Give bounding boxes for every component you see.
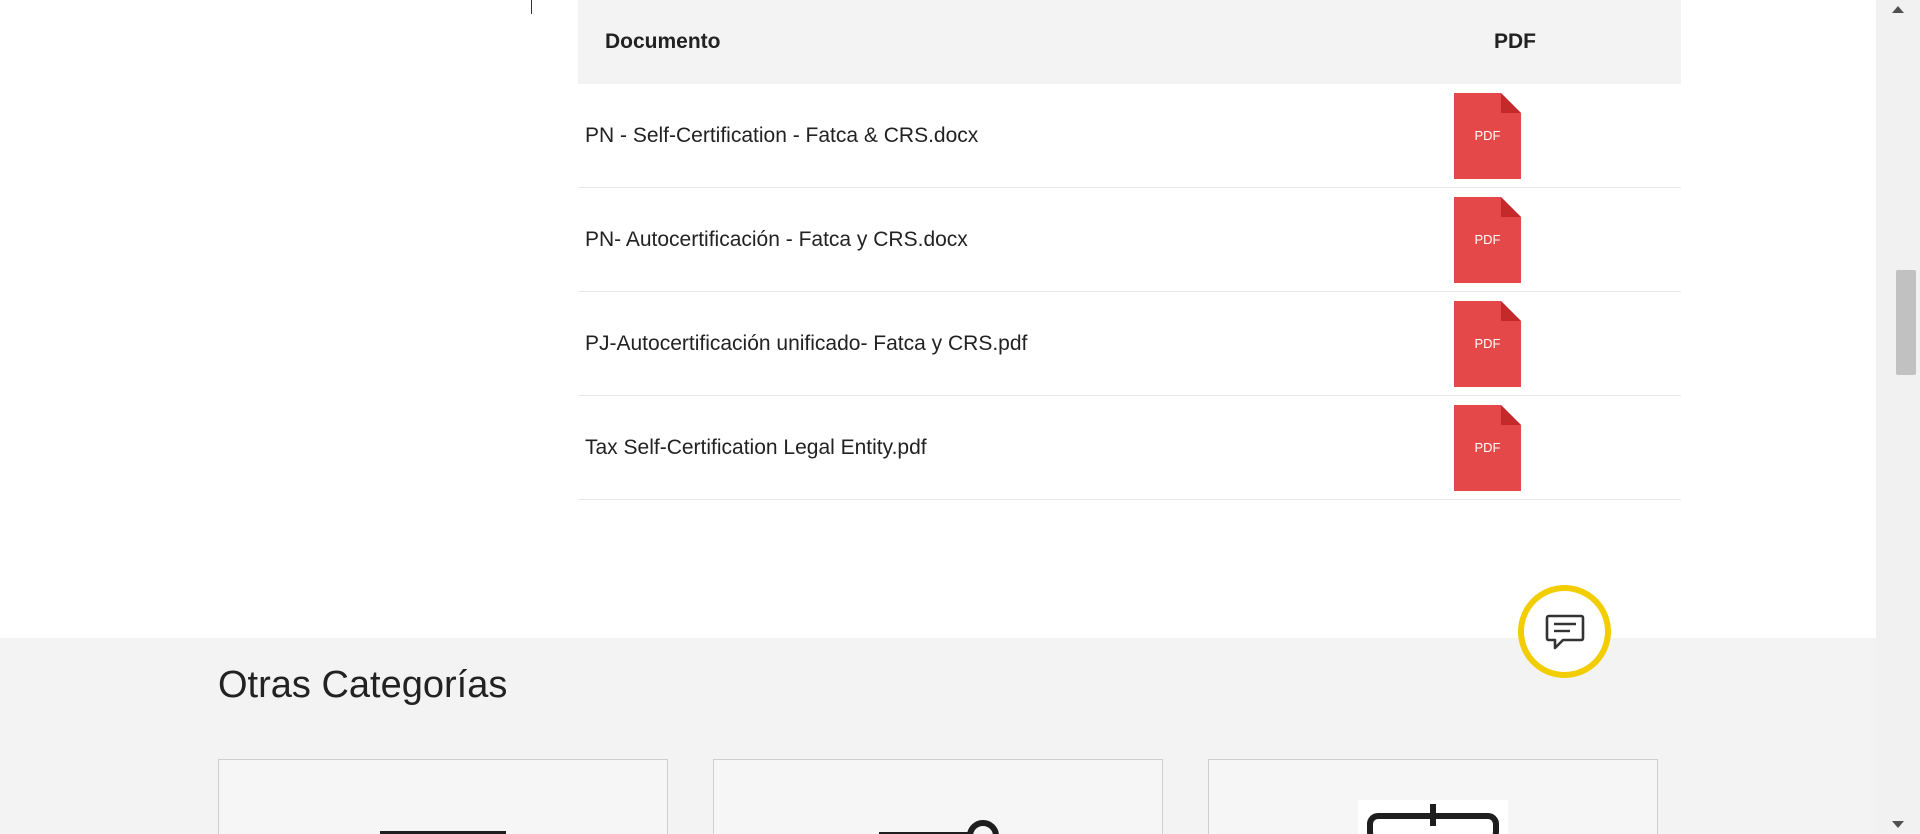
document-icon xyxy=(380,831,506,834)
category-card-keys[interactable] xyxy=(713,759,1163,834)
page-viewport: Documento PDF PN - Self-Certification - … xyxy=(0,0,1876,834)
documents-table: Documento PDF PN - Self-Certification - … xyxy=(578,0,1681,500)
pdf-cell: PDF xyxy=(1441,404,1681,491)
section-title: Otras Categorías xyxy=(218,664,508,706)
pdf-cell: PDF xyxy=(1441,92,1681,179)
category-card-documents[interactable] xyxy=(218,759,668,834)
scroll-up-arrow-icon[interactable] xyxy=(1892,6,1904,13)
chat-icon xyxy=(1545,614,1584,649)
table-row: PJ-Autocertificación unificado- Fatca y … xyxy=(578,292,1681,396)
table-row: Tax Self-Certification Legal Entity.pdf … xyxy=(578,396,1681,500)
column-header-pdf: PDF xyxy=(1494,30,1536,53)
document-name: PN - Self-Certification - Fatca & CRS.do… xyxy=(585,123,979,147)
table-row: PN - Self-Certification - Fatca & CRS.do… xyxy=(578,84,1681,188)
pdf-icon-label: PDF xyxy=(1474,128,1501,143)
pdf-cell: PDF xyxy=(1441,300,1681,387)
key-icon xyxy=(879,820,999,834)
pdf-icon-label: PDF xyxy=(1474,336,1501,351)
pdf-file-icon[interactable]: PDF xyxy=(1454,92,1521,179)
pdf-file-icon[interactable]: PDF xyxy=(1454,196,1521,283)
other-categories-section: Otras Categorías xyxy=(0,638,1876,834)
chat-button[interactable] xyxy=(1518,585,1611,678)
table-header: Documento PDF xyxy=(578,0,1681,84)
document-name: PJ-Autocertificación unificado- Fatca y … xyxy=(585,331,1028,355)
document-name: Tax Self-Certification Legal Entity.pdf xyxy=(585,435,927,459)
form-icon xyxy=(1358,800,1508,834)
pdf-file-icon[interactable]: PDF xyxy=(1454,300,1521,387)
scroll-down-arrow-icon[interactable] xyxy=(1892,821,1904,828)
table-row: PN- Autocertificación - Fatca y CRS.docx… xyxy=(578,188,1681,292)
category-card-forms[interactable] xyxy=(1208,759,1658,834)
column-header-document: Documento xyxy=(605,30,721,53)
scrollbar-thumb[interactable] xyxy=(1896,270,1916,375)
pdf-icon-label: PDF xyxy=(1474,232,1501,247)
vertical-scrollbar[interactable] xyxy=(1876,0,1920,834)
document-name: PN- Autocertificación - Fatca y CRS.docx xyxy=(585,227,968,251)
pdf-cell: PDF xyxy=(1441,196,1681,283)
text-caret xyxy=(531,0,532,14)
pdf-file-icon[interactable]: PDF xyxy=(1454,404,1521,491)
pdf-icon-label: PDF xyxy=(1474,440,1501,455)
